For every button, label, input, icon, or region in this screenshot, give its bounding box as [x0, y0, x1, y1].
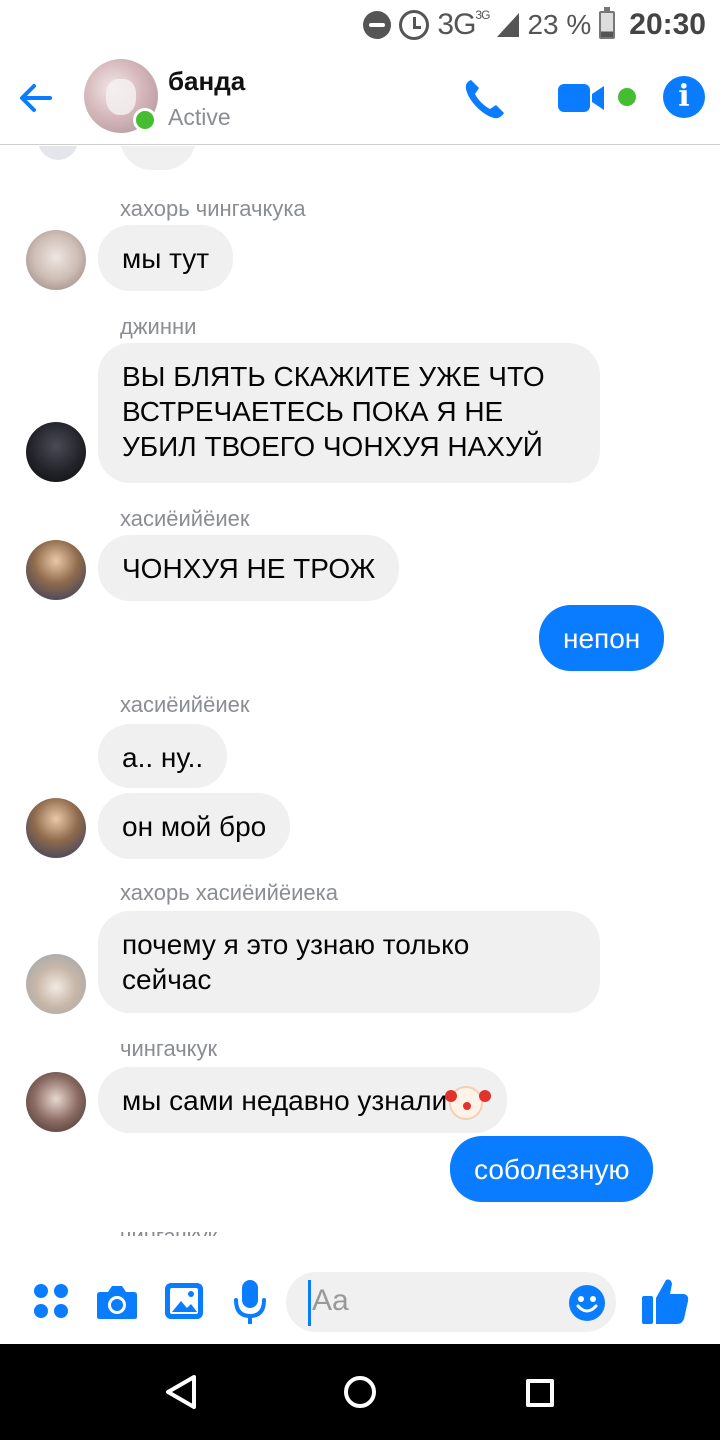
more-options-icon[interactable]: [34, 1284, 70, 1320]
thumbs-up-icon[interactable]: [640, 1276, 690, 1326]
message-bubble[interactable]: а.. ну..: [98, 724, 228, 788]
status-bar: 3G3G 23 % 20:30: [0, 0, 720, 50]
chat-active-status: Active: [168, 104, 231, 130]
chat-header: банда Active i: [0, 50, 720, 145]
avatar[interactable]: [26, 422, 86, 482]
avatar[interactable]: [26, 798, 86, 858]
message-text: а.. ну..: [122, 742, 204, 773]
video-active-dot: [618, 88, 636, 106]
online-status-dot: [133, 108, 157, 132]
sender-name: чингачкук: [120, 1224, 217, 1236]
message-composer: Aa: [0, 1262, 720, 1344]
sender-name: джинни: [120, 314, 197, 339]
clock: 20:30: [629, 8, 706, 41]
video-call-icon[interactable]: [556, 80, 606, 116]
signal-icon: [497, 13, 520, 37]
network-type: 3G3G: [437, 8, 490, 41]
chat-title[interactable]: банда: [168, 66, 245, 97]
message-list[interactable]: хахорь чингачкука мы тут джинни ВЫ БЛЯТЬ…: [0, 146, 720, 1236]
message-bubble[interactable]: [120, 146, 196, 170]
message-text-line: почему я это узнаю только: [122, 929, 470, 960]
message-text-line: УБИЛ ТВОЕГО ЧОНХУЯ НАХУЙ: [122, 431, 543, 462]
message-text: непон: [563, 623, 641, 654]
outgoing-message-bubble[interactable]: соболезную: [450, 1136, 654, 1202]
sender-name: хахорь хасиёийёиека: [120, 880, 338, 905]
message-bubble[interactable]: ЧОНХУЯ НЕ ТРОЖ: [98, 535, 400, 601]
nav-recents-icon[interactable]: [526, 1379, 554, 1407]
sender-name: хасиёийёиек: [120, 506, 250, 531]
gallery-image-icon[interactable]: [164, 1282, 204, 1320]
message-text: ЧОНХУЯ НЕ ТРОЖ: [122, 553, 376, 584]
avatar[interactable]: [26, 540, 86, 600]
message-input[interactable]: Aa: [286, 1272, 616, 1332]
sender-name: чингачкук: [120, 1036, 218, 1061]
avatar[interactable]: [26, 230, 86, 290]
avatar[interactable]: [26, 1072, 86, 1132]
avatar[interactable]: [26, 954, 86, 1014]
message-text: он мой бро: [122, 811, 267, 842]
sender-name: хасиёийёиек: [120, 692, 250, 717]
sender-name: хахорь чингачкука: [120, 196, 306, 221]
message-text: соболезную: [474, 1154, 630, 1185]
battery-percent: 23 %: [527, 9, 592, 40]
message-text: мы тут: [122, 243, 210, 274]
clown-face-icon: [445, 1085, 484, 1120]
text-cursor: [308, 1280, 311, 1326]
do-not-disturb-icon: [363, 11, 392, 39]
message-bubble[interactable]: мы тут: [98, 225, 234, 291]
message-bubble[interactable]: почему я это узнаю только сейчас: [98, 911, 600, 1013]
message-text-line: ВСТРЕЧАЕТЕСЬ ПОКА Я НЕ: [122, 396, 504, 427]
info-icon[interactable]: i: [663, 76, 705, 118]
nav-home-icon[interactable]: [344, 1376, 376, 1408]
message-text: мы сами недавно узнали: [122, 1085, 448, 1116]
message-bubble[interactable]: ВЫ БЛЯТЬ СКАЖИТЕ УЖЕ ЧТО ВСТРЕЧАЕТЕСЬ ПО…: [98, 343, 600, 483]
avatar[interactable]: [38, 146, 78, 160]
message-bubble[interactable]: мы сами недавно узнали: [98, 1067, 508, 1133]
message-input-placeholder: Aa: [312, 1284, 349, 1317]
microphone-icon[interactable]: [232, 1278, 268, 1326]
back-arrow-icon[interactable]: [16, 78, 56, 118]
message-text-line: ВЫ БЛЯТЬ СКАЖИТЕ УЖЕ ЧТО: [122, 361, 545, 392]
alarm-icon: [399, 10, 430, 40]
nav-back-icon[interactable]: [164, 1374, 198, 1410]
message-text-line: сейчас: [122, 964, 212, 995]
emoji-smiley-icon[interactable]: [568, 1284, 606, 1322]
message-bubble[interactable]: он мой бро: [98, 793, 291, 859]
outgoing-message-bubble[interactable]: непон: [539, 605, 665, 671]
phone-call-icon[interactable]: [462, 76, 508, 122]
camera-icon[interactable]: [96, 1284, 138, 1320]
battery-icon: [599, 7, 616, 39]
system-navigation-bar: [0, 1344, 720, 1440]
